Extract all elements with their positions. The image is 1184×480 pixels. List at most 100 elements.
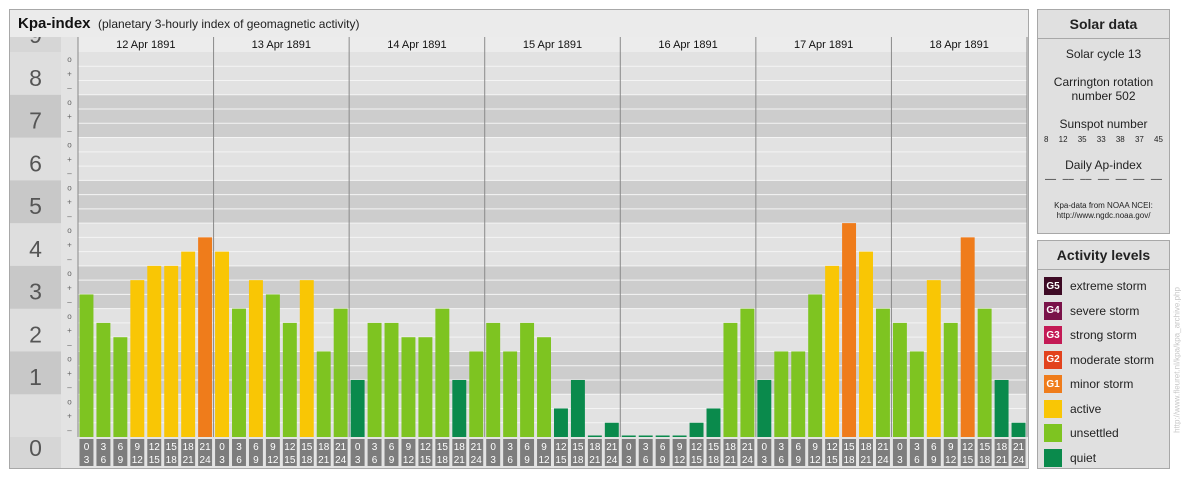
interval-end-label: 12 xyxy=(945,455,957,466)
legend-label: unsettled xyxy=(1070,426,1119,441)
interval-end-label: 9 xyxy=(524,455,530,466)
kp-bar xyxy=(892,322,907,437)
sub-tick-label: – xyxy=(67,169,72,178)
interval-end-label: 18 xyxy=(979,455,991,466)
kp-bar xyxy=(570,379,585,437)
legend-item-quiet: quiet xyxy=(1038,446,1169,471)
kp-bar xyxy=(638,435,653,437)
interval-end-label: 21 xyxy=(318,455,330,466)
interval-start-label: 3 xyxy=(372,442,378,453)
interval-start-label: 0 xyxy=(762,442,768,453)
interval-start-label: 21 xyxy=(471,442,483,453)
kp-bar xyxy=(960,237,975,437)
interval-start-label: 18 xyxy=(454,442,466,453)
interval-end-label: 21 xyxy=(725,455,737,466)
kp-bar xyxy=(774,351,789,437)
kp-bar xyxy=(96,322,111,437)
interval-end-label: 15 xyxy=(420,455,432,466)
interval-start-label: 12 xyxy=(827,442,839,453)
kp-bar xyxy=(825,265,840,437)
legend-item-unsettled: unsettled xyxy=(1038,421,1169,446)
interval-end-label: 6 xyxy=(507,455,513,466)
ap-value: –– xyxy=(1062,174,1074,185)
kp-bar xyxy=(689,422,704,437)
interval-end-label: 15 xyxy=(827,455,839,466)
kp-bar xyxy=(909,351,924,437)
legend-swatch xyxy=(1044,424,1062,443)
kp-bar xyxy=(469,351,484,437)
kp-bar xyxy=(113,337,128,437)
day-label: 14 Apr 1891 xyxy=(387,39,446,51)
kp-bar xyxy=(604,422,619,437)
legend-label: quiet xyxy=(1070,450,1097,465)
sunspot-value: 8 xyxy=(1044,135,1049,144)
chart-title-bar: Kpa-index (planetary 3-hourly index of g… xyxy=(10,10,1028,37)
interval-start-label: 6 xyxy=(660,442,666,453)
source-note: Kpa-data from NOAA NCEI: http://www.ngdc… xyxy=(1038,201,1169,221)
interval-end-label: 6 xyxy=(101,455,107,466)
interval-end-label: 3 xyxy=(626,455,632,466)
legend-item-moderate-storm: G2 moderate storm xyxy=(1038,348,1169,373)
sub-tick-label: o xyxy=(67,55,72,64)
interval-start-label: 18 xyxy=(725,442,737,453)
interval-end-label: 9 xyxy=(795,455,801,466)
interval-start-label: 12 xyxy=(420,442,432,453)
sub-tick-label: o xyxy=(67,355,72,364)
interval-end-label: 21 xyxy=(454,455,466,466)
legend-swatch xyxy=(1044,448,1062,467)
interval-start-label: 18 xyxy=(860,442,872,453)
interval-start-label: 12 xyxy=(555,442,567,453)
y-tick-label: 4 xyxy=(29,236,42,262)
interval-start-label: 12 xyxy=(149,442,161,453)
interval-start-label: 0 xyxy=(355,442,361,453)
interval-start-label: 0 xyxy=(490,442,496,453)
kp-bar xyxy=(621,435,636,437)
interval-start-label: 9 xyxy=(677,442,683,453)
kp-bar xyxy=(265,294,280,437)
sub-tick-label: o xyxy=(67,226,72,235)
sub-tick-label: + xyxy=(67,241,72,250)
ap-label: Daily Ap-index xyxy=(1065,158,1142,172)
sunspot-value: 37 xyxy=(1134,135,1144,144)
kpa-bar-chart: 0123456789–+o–+o–+o–+o–+o–+o–+o–+o–+o12 … xyxy=(10,37,1028,468)
kp-bar xyxy=(198,237,213,437)
kp-bar xyxy=(79,294,94,437)
kp-bar xyxy=(757,379,772,437)
carrington-line-2: number 502 xyxy=(1071,89,1136,103)
plot-band xyxy=(78,94,1027,138)
carrington-line-1: Carrington rotation xyxy=(1053,75,1154,89)
interval-start-label: 21 xyxy=(335,442,347,453)
interval-start-label: 21 xyxy=(1013,442,1025,453)
kpa-chart-panel: Kpa-index (planetary 3-hourly index of g… xyxy=(9,9,1029,469)
interval-start-label: 6 xyxy=(118,442,124,453)
interval-start-label: 12 xyxy=(284,442,296,453)
kp-bar xyxy=(367,322,382,437)
interval-end-label: 18 xyxy=(708,455,720,466)
ap-value: –– xyxy=(1080,174,1092,185)
legend-label: severe storm xyxy=(1070,303,1140,318)
interval-end-label: 3 xyxy=(897,455,903,466)
source-link[interactable]: http://www.ngdc.noaa.gov/ xyxy=(1038,211,1169,221)
interval-start-label: 21 xyxy=(606,442,618,453)
chart-subtitle: (planetary 3-hourly index of geomagnetic… xyxy=(98,17,360,31)
interval-start-label: 18 xyxy=(318,442,330,453)
y-tick-label: 9 xyxy=(29,37,42,48)
interval-end-label: 9 xyxy=(253,455,259,466)
activity-levels-header: Activity levels xyxy=(1038,241,1169,270)
interval-end-label: 9 xyxy=(389,455,395,466)
sub-tick-label: o xyxy=(67,397,72,406)
sub-tick-label: + xyxy=(67,326,72,335)
interval-start-label: 3 xyxy=(507,442,513,453)
sub-tick-label: + xyxy=(67,155,72,164)
y-tick-label: 5 xyxy=(29,193,42,219)
interval-end-label: 12 xyxy=(538,455,550,466)
y-tick-label: 3 xyxy=(29,279,42,305)
kp-bar xyxy=(282,322,297,437)
y-tick-label: 6 xyxy=(29,150,42,176)
interval-end-label: 15 xyxy=(284,455,296,466)
legend-item-severe-storm: G4 severe storm xyxy=(1038,299,1169,324)
interval-end-label: 18 xyxy=(572,455,584,466)
interval-start-label: 0 xyxy=(626,442,632,453)
sunspot-value: 38 xyxy=(1115,135,1125,144)
legend-swatch: G2 xyxy=(1044,350,1062,369)
